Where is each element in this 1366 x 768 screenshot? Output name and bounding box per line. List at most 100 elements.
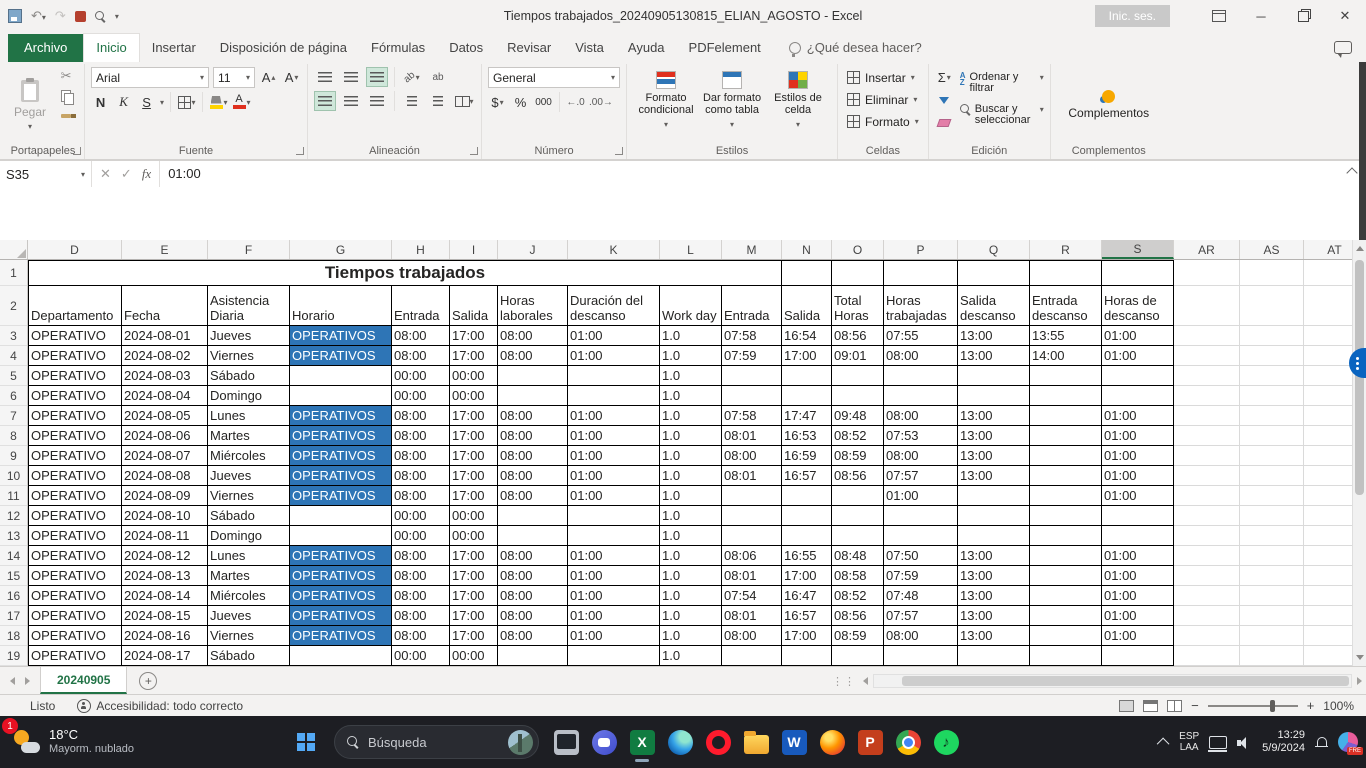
cell[interactable]: OPERATIVO	[28, 446, 122, 466]
cell[interactable]	[1102, 366, 1174, 386]
cell[interactable]: 08:00	[498, 346, 568, 366]
cell[interactable]: 1.0	[660, 566, 722, 586]
cell[interactable]	[832, 366, 884, 386]
cell[interactable]	[1030, 626, 1102, 646]
cell[interactable]: OPERATIVOS	[290, 326, 392, 346]
column-title-cell[interactable]: Salida	[450, 286, 498, 326]
cell[interactable]: 00:00	[392, 526, 450, 546]
cell[interactable]: 17:00	[450, 446, 498, 466]
sort-filter-button[interactable]: AZ Ordenar y filtrar ▾	[960, 70, 1044, 94]
cell[interactable]: OPERATIVOS	[290, 626, 392, 646]
cell-styles-button[interactable]: Estilos de celda ▾	[765, 67, 831, 143]
cell[interactable]	[1240, 586, 1304, 606]
cell[interactable]: 08:00	[498, 606, 568, 626]
cell[interactable]: 13:00	[958, 586, 1030, 606]
cell[interactable]: 08:00	[498, 626, 568, 646]
cell[interactable]: 07:59	[884, 566, 958, 586]
cell[interactable]	[1030, 586, 1102, 606]
cell[interactable]: 08:00	[498, 486, 568, 506]
new-sheet-icon[interactable]: +	[139, 672, 157, 690]
scroll-left-icon[interactable]	[863, 677, 868, 685]
row-header[interactable]: 10	[0, 466, 28, 486]
cell[interactable]	[782, 526, 832, 546]
cell[interactable]	[1102, 386, 1174, 406]
cell[interactable]: 08:56	[832, 466, 884, 486]
cell[interactable]: 14:00	[1030, 346, 1102, 366]
cell[interactable]	[1240, 546, 1304, 566]
cell[interactable]: 08:00	[884, 446, 958, 466]
cell[interactable]	[958, 386, 1030, 406]
conditional-formatting-button[interactable]: Formato condicional ▾	[633, 67, 699, 143]
cell[interactable]	[1240, 326, 1304, 346]
cell[interactable]: 09:01	[832, 346, 884, 366]
cell[interactable]: 2024-08-09	[122, 486, 208, 506]
cell[interactable]: 2024-08-05	[122, 406, 208, 426]
tray-overflow-icon[interactable]	[1157, 737, 1170, 750]
cell[interactable]	[722, 646, 782, 666]
cell[interactable]	[1174, 366, 1240, 386]
cell[interactable]: 16:57	[782, 606, 832, 626]
cell[interactable]	[1240, 506, 1304, 526]
cell[interactable]: OPERATIVOS	[290, 426, 392, 446]
wrap-text-icon[interactable]: ab	[427, 67, 449, 87]
column-title-cell[interactable]: Total Horas	[832, 286, 884, 326]
font-size-select[interactable]: 11▾	[213, 67, 255, 88]
cell[interactable]: 08:00	[498, 586, 568, 606]
tab-insertar[interactable]: Insertar	[140, 34, 208, 62]
firefox-icon[interactable]	[813, 720, 851, 764]
cell[interactable]: 08:00	[392, 446, 450, 466]
tab-fórmulas[interactable]: Fórmulas	[359, 34, 437, 62]
cell[interactable]: OPERATIVOS	[290, 406, 392, 426]
cell[interactable]: Viernes	[208, 346, 290, 366]
horizontal-scrollbar-thumb[interactable]	[902, 676, 1349, 686]
cell[interactable]	[1174, 346, 1240, 366]
cell[interactable]	[1030, 646, 1102, 666]
cell[interactable]	[1240, 426, 1304, 446]
tab-inicio[interactable]: Inicio	[83, 33, 139, 62]
cell[interactable]: 08:56	[832, 326, 884, 346]
column-header[interactable]: N	[782, 240, 832, 259]
cell[interactable]: 16:47	[782, 586, 832, 606]
pdf-tool-icon[interactable]	[75, 11, 86, 22]
cell[interactable]	[1102, 646, 1174, 666]
cell[interactable]	[782, 486, 832, 506]
horizontal-scrollbar[interactable]: ⋮⋮	[832, 674, 1362, 688]
cell[interactable]: 07:57	[884, 606, 958, 626]
column-header[interactable]: S	[1102, 240, 1174, 259]
cell[interactable]: 07:57	[884, 466, 958, 486]
zoom-level[interactable]: 100%	[1323, 699, 1354, 713]
cell[interactable]: 17:00	[450, 426, 498, 446]
cell[interactable]: 08:00	[392, 326, 450, 346]
row-header[interactable]: 11	[0, 486, 28, 506]
row-header[interactable]: 13	[0, 526, 28, 546]
cell[interactable]	[1240, 446, 1304, 466]
cell[interactable]	[884, 526, 958, 546]
cell[interactable]: Sábado	[208, 646, 290, 666]
font-name-select[interactable]: Arial▾	[91, 67, 209, 88]
row-header[interactable]: 3	[0, 326, 28, 346]
cell[interactable]: 2024-08-07	[122, 446, 208, 466]
cell[interactable]	[1174, 486, 1240, 506]
column-header[interactable]: F	[208, 240, 290, 259]
cell[interactable]	[1174, 506, 1240, 526]
sheet-tab[interactable]: 20240905	[40, 667, 127, 694]
decrease-font-icon[interactable]: A▾	[282, 68, 301, 88]
cell[interactable]	[1030, 466, 1102, 486]
percent-format-icon[interactable]: %	[511, 92, 530, 112]
cell[interactable]: 17:00	[450, 546, 498, 566]
cell[interactable]	[884, 646, 958, 666]
column-title-cell[interactable]: Entrada descanso	[1030, 286, 1102, 326]
cell[interactable]: 17:00	[450, 586, 498, 606]
cell[interactable]: 08:59	[832, 446, 884, 466]
cell[interactable]	[1240, 526, 1304, 546]
column-header[interactable]: G	[290, 240, 392, 259]
cut-icon[interactable]: ✂	[54, 67, 78, 85]
notifications-bell-icon[interactable]	[1315, 736, 1328, 749]
cell[interactable]: 1.0	[660, 366, 722, 386]
cell[interactable]: 1.0	[660, 506, 722, 526]
insert-cells-button[interactable]: Insertar ▾	[844, 67, 922, 88]
cell[interactable]	[1240, 406, 1304, 426]
cell[interactable]: 17:00	[450, 606, 498, 626]
cell[interactable]: OPERATIVOS	[290, 546, 392, 566]
cell[interactable]	[722, 486, 782, 506]
